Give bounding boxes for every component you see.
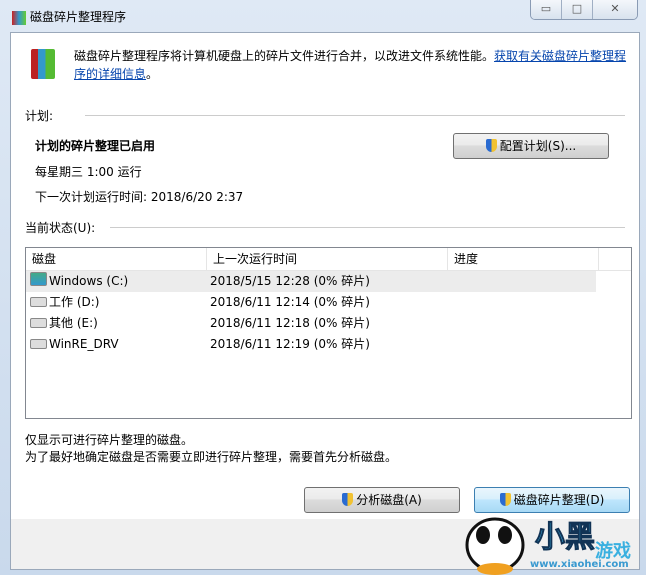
minimize-button[interactable]: ▭ xyxy=(531,0,561,19)
analyze-label: 分析磁盘(A) xyxy=(356,493,422,507)
disk-name: Windows (C:) xyxy=(49,274,129,288)
watermark: 小黑 游戏 www.xiaohei.com xyxy=(455,495,645,575)
current-status-section: 当前状态(U): xyxy=(25,219,625,236)
column-last-run[interactable]: 上一次运行时间 xyxy=(207,248,448,270)
configure-label: 配置计划(S)... xyxy=(499,139,577,153)
disk-name: WinRE_DRV xyxy=(49,337,119,351)
progress xyxy=(444,292,450,313)
progress xyxy=(444,313,450,334)
last-run: 2018/5/15 12:28 (0% 碎片) xyxy=(210,274,370,288)
description: 磁盘碎片整理程序将计算机硬盘上的碎片文件进行合并，以改进文件系统性能。获取有关磁… xyxy=(74,47,634,83)
description-text: 磁盘碎片整理程序将计算机硬盘上的碎片文件进行合并，以改进文件系统性能。 xyxy=(74,49,495,63)
last-run: 2018/6/11 12:18 (0% 碎片) xyxy=(210,316,370,330)
schedule-heading: 计划: xyxy=(25,109,54,123)
system-drive-icon xyxy=(30,272,47,286)
schedule-status: 计划的碎片整理已启用 xyxy=(35,139,156,153)
drive-icon xyxy=(30,339,47,349)
next-run: 下一次计划运行时间: 2018/6/20 2:37 xyxy=(35,190,244,204)
list-header: 磁盘 上一次运行时间 进度 xyxy=(26,248,631,271)
uac-shield-icon xyxy=(485,139,497,152)
disk-row[interactable]: 其他 (E:) 2018/6/11 12:18 (0% 碎片) xyxy=(26,313,596,334)
disk-row[interactable]: 工作 (D:) 2018/6/11 12:14 (0% 碎片) xyxy=(26,292,596,313)
note-1: 仅显示可进行碎片整理的磁盘。 xyxy=(25,433,194,447)
disk-row[interactable]: WinRE_DRV 2018/6/11 12:19 (0% 碎片) xyxy=(26,334,596,355)
description-end: 。 xyxy=(146,67,159,81)
window-frame: 磁盘碎片整理程序 ▭ □ ✕ 磁盘碎片整理程序将计算机硬盘上的碎片文件进行合并，… xyxy=(0,0,646,575)
note-2: 为了最好地确定磁盘是否需要立即进行碎片整理，需要首先分析磁盘。 xyxy=(25,450,398,464)
schedule-frequency: 每星期三 1:00 运行 xyxy=(35,165,142,179)
defrag-app-icon xyxy=(12,10,26,25)
divider xyxy=(110,227,625,228)
close-button[interactable]: ✕ xyxy=(592,0,637,19)
disk-name: 工作 (D:) xyxy=(49,295,100,309)
title-text: 磁盘碎片整理程序 xyxy=(30,10,127,24)
divider xyxy=(85,115,625,116)
schedule-section: 计划: xyxy=(25,107,625,124)
current-status-heading: 当前状态(U): xyxy=(25,221,96,235)
main-content: 磁盘碎片整理程序将计算机硬盘上的碎片文件进行合并，以改进文件系统性能。获取有关磁… xyxy=(10,32,640,520)
last-run: 2018/6/11 12:19 (0% 碎片) xyxy=(210,337,370,351)
window-controls: ▭ □ ✕ xyxy=(530,0,638,20)
window-title: 磁盘碎片整理程序 xyxy=(12,8,126,25)
progress xyxy=(444,334,450,355)
disk-list[interactable]: 磁盘 上一次运行时间 进度 Windows (C:) 2018/5/15 12:2… xyxy=(25,247,632,419)
maximize-button[interactable]: □ xyxy=(561,0,592,19)
analyze-disk-button[interactable]: 分析磁盘(A) xyxy=(304,487,460,513)
watermark-url: www.xiaohei.com xyxy=(530,559,629,570)
svg-text:小黑: 小黑 xyxy=(535,520,595,555)
progress xyxy=(444,271,450,292)
column-disk[interactable]: 磁盘 xyxy=(26,248,207,270)
last-run: 2018/6/11 12:14 (0% 碎片) xyxy=(210,295,370,309)
disk-row[interactable]: Windows (C:) 2018/5/15 12:28 (0% 碎片) xyxy=(26,271,596,292)
column-progress[interactable]: 进度 xyxy=(448,248,599,270)
disk-name: 其他 (E:) xyxy=(49,316,98,330)
drive-icon xyxy=(30,318,47,328)
defrag-icon xyxy=(31,49,55,79)
configure-schedule-button[interactable]: 配置计划(S)... xyxy=(453,133,609,159)
drive-icon xyxy=(30,297,47,307)
uac-shield-icon xyxy=(342,493,354,506)
